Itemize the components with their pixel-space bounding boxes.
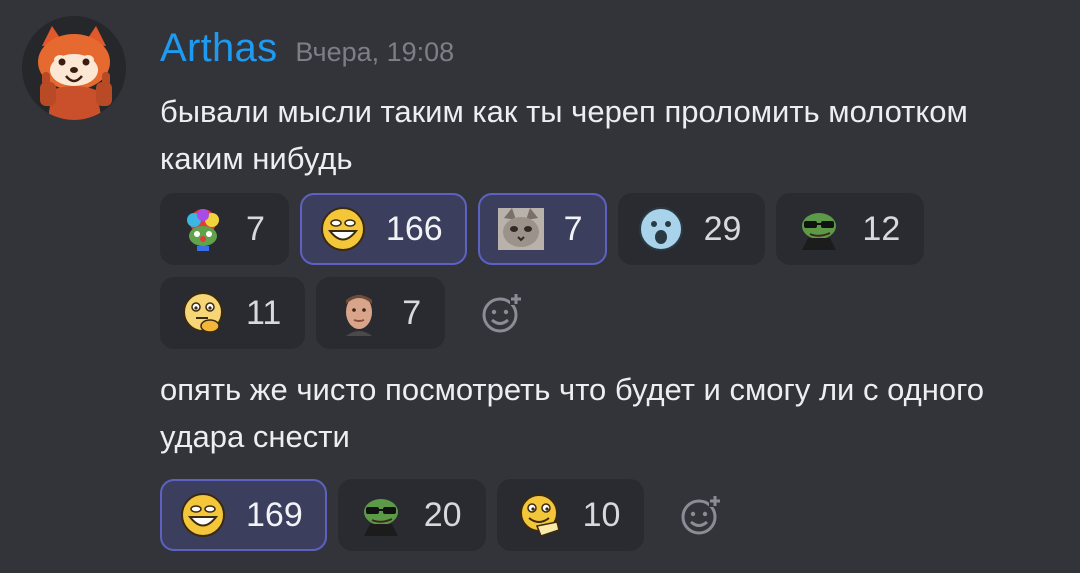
message-timestamp: Вчера, 19:08 <box>295 37 455 67</box>
rainbow-clown-pepe-icon <box>187 209 219 251</box>
reaction-pepe-sunglasses[interactable]: 20 <box>337 479 486 551</box>
add-reaction-button[interactable] <box>675 489 727 541</box>
reaction-count: 7 <box>402 293 422 332</box>
reaction-thinking-face[interactable]: 11 <box>160 277 306 349</box>
add-reaction-button[interactable] <box>476 287 528 339</box>
kitten-photo-icon <box>497 208 544 250</box>
man-face-photo-icon <box>346 295 373 336</box>
reaction-count: 7 <box>246 209 265 248</box>
pepe-sunglasses-icon <box>363 499 398 536</box>
reactions-bar: 7 166 7 29 12 <box>160 193 925 265</box>
reaction-count: 29 <box>703 209 742 248</box>
user-avatar[interactable] <box>22 16 126 120</box>
author-name[interactable]: Arthas <box>160 26 277 71</box>
grinning-yellow-face-icon <box>320 207 365 251</box>
reaction-count: 11 <box>246 293 282 332</box>
reaction-count: 169 <box>246 495 303 534</box>
pepe-sunglasses-icon <box>802 213 837 250</box>
reaction-thinking-pointing-face[interactable]: 10 <box>496 479 645 551</box>
message-header: Arthas Вчера, 19:08 <box>160 26 454 71</box>
reaction-surprised-face[interactable]: 29 <box>617 193 766 265</box>
add-reaction-icon <box>482 293 523 333</box>
reaction-count: 20 <box>423 495 462 534</box>
reaction-pepe-sunglasses[interactable]: 12 <box>776 193 925 265</box>
reaction-count: 10 <box>582 495 621 534</box>
message-text: опять же чисто посмотреть что будет и см… <box>160 372 984 454</box>
reaction-count: 7 <box>563 209 583 248</box>
reactions-bar-continued: 11 7 <box>160 277 528 349</box>
reaction-rainbow-clown-pepe[interactable]: 7 <box>160 193 289 265</box>
reaction-grinning-face[interactable]: 169 <box>160 479 327 551</box>
add-reaction-icon <box>681 495 722 535</box>
thinking-pointing-face-icon <box>519 494 560 537</box>
red-panda-icon <box>22 16 126 120</box>
reaction-grinning-face[interactable]: 166 <box>299 193 467 265</box>
reactions-bar: 169 20 10 <box>160 479 727 551</box>
reaction-count: 166 <box>385 209 443 248</box>
message-text: бывали мысли таким как ты череп проломит… <box>160 94 968 176</box>
reaction-count: 12 <box>862 209 901 248</box>
reaction-man-face[interactable]: 7 <box>316 277 446 349</box>
reaction-kitten[interactable]: 7 <box>477 193 607 265</box>
grinning-yellow-face-icon <box>181 493 225 537</box>
thinking-yellow-face-icon <box>183 292 223 333</box>
surprised-blue-face-icon <box>638 207 683 251</box>
